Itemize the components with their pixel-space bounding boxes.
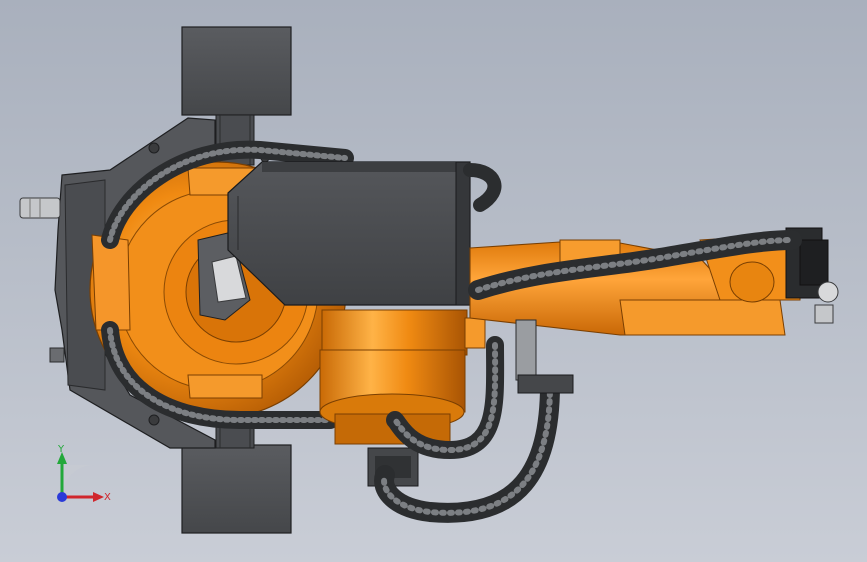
motor-box xyxy=(227,161,471,306)
robot-model-view: Y X xyxy=(19,26,839,534)
coordinate-triad: Y X xyxy=(57,444,111,503)
z-axis-dot xyxy=(57,492,67,502)
x-axis-label: X xyxy=(104,492,111,503)
y-axis-label: Y xyxy=(57,444,65,455)
cad-viewport[interactable]: Y X xyxy=(0,0,867,562)
hose-bracket xyxy=(515,319,574,394)
